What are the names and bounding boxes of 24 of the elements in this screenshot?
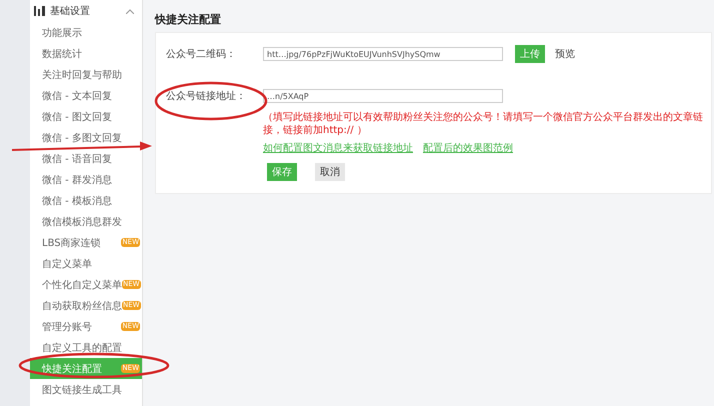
hint-text: （填写此链接地址可以有效帮助粉丝关注您的公众号！请填写一个微信官方公众平台群发出的文章链接，链接前加http:// ） xyxy=(263,111,704,137)
field-label: 公众号二维码： xyxy=(166,48,237,61)
section-title[interactable]: 基础设置 xyxy=(50,4,122,18)
input-field[interactable]: …n/5XAqP xyxy=(263,89,503,103)
sidebar-item[interactable]: 微信 - 图文回复 xyxy=(30,106,142,127)
sidebar-item[interactable]: 微信 - 群发消息 xyxy=(30,169,142,190)
sidebar-item[interactable]: 微信 - 文本回复 xyxy=(30,85,142,106)
sidebar-item[interactable]: 微信 - 语音回复 xyxy=(30,148,142,169)
sidebar-item[interactable]: 微信模板消息群发 xyxy=(30,211,142,232)
sidebar-item[interactable]: 微信 - 多图文回复 xyxy=(30,127,142,148)
sidebar-item[interactable]: 关注时回复与帮助 xyxy=(30,64,142,85)
sidebar-item[interactable]: 自定义工具的配置 xyxy=(30,337,142,358)
caret-icon[interactable] xyxy=(126,8,134,14)
sidebar-item[interactable]: 图文链接生成工具 xyxy=(30,379,142,400)
preview-link[interactable]: 预览 xyxy=(555,47,575,61)
sidebar-item[interactable]: 微信 - 模板消息 xyxy=(30,190,142,211)
page-title: 快捷关注配置 xyxy=(155,12,222,28)
bar-chart-icon xyxy=(34,6,46,16)
field-label: 公众号链接地址： xyxy=(166,90,247,103)
sidebar-item[interactable]: 功能展示 xyxy=(30,22,142,43)
cancel-button[interactable]: 取消 xyxy=(315,163,345,181)
sidebar-item[interactable]: 数据统计 xyxy=(30,43,142,64)
sidebar-item[interactable]: 自定义菜单 xyxy=(30,253,142,274)
input-field[interactable]: htt…jpg/76pPzFjWuKtoEUJVunhSVJhySQmw xyxy=(263,47,503,61)
